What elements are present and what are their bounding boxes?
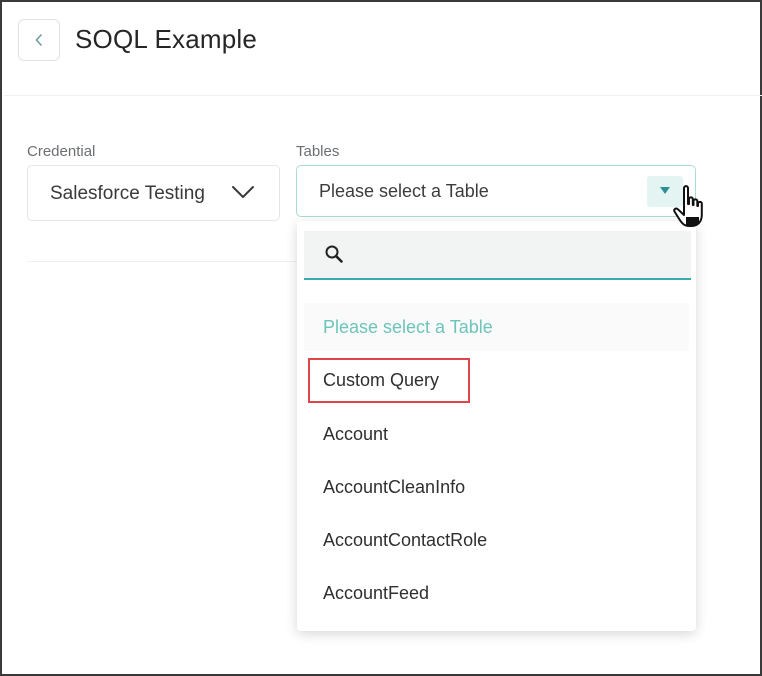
divider [27,261,299,262]
credential-select[interactable]: Salesforce Testing [27,165,280,221]
tables-dropdown-menu: Please select a Table Custom Query Accou… [297,221,696,631]
credential-value: Salesforce Testing [50,183,205,204]
dropdown-option-placeholder[interactable]: Please select a Table [323,317,493,338]
dropdown-search-input[interactable] [354,239,674,271]
credential-label: Credential [27,143,96,160]
hand-pointer-cursor-icon [670,184,710,235]
chevron-down-icon [231,184,255,205]
tables-value: Please select a Table [319,181,489,201]
dropdown-option-account[interactable]: Account [323,424,388,445]
back-button[interactable] [18,19,60,61]
chevron-left-icon [34,33,44,47]
dropdown-option-account-clean-info[interactable]: AccountCleanInfo [323,477,465,498]
tables-label: Tables [296,143,340,160]
dropdown-option-account-feed[interactable]: AccountFeed [323,583,429,604]
window-frame: SOQL Example Credential Salesforce Testi… [0,0,762,676]
dropdown-option-account-contact-role[interactable]: AccountContactRole [323,530,487,551]
annotation-highlight-box [308,358,470,403]
dropdown-search [304,231,691,280]
search-icon [324,244,344,269]
page-header: SOQL Example [4,4,762,96]
tables-select[interactable]: Please select a Table [296,165,696,217]
page-title: SOQL Example [75,24,258,54]
